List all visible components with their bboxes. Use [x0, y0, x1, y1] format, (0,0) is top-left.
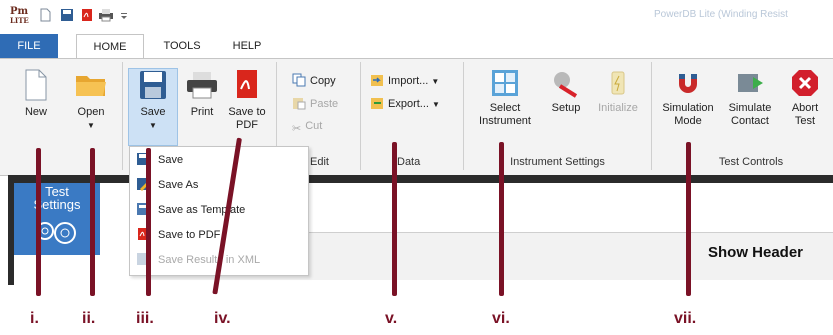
- tab-help[interactable]: HELP: [227, 34, 267, 58]
- copy-button[interactable]: Copy: [292, 73, 336, 88]
- tab-home[interactable]: HOME: [76, 34, 144, 59]
- scissors-icon: ✂: [292, 123, 302, 135]
- tab-tools[interactable]: TOOLS: [158, 34, 206, 58]
- quick-access-toolbar: Pm LITE PowerDB Lite (Winding Resist: [0, 0, 833, 30]
- app-logo: Pm LITE: [10, 6, 29, 26]
- tab-file[interactable]: FILE: [0, 34, 58, 58]
- simulation-mode-button[interactable]: Simulation Mode: [656, 68, 720, 128]
- magnet-icon: [679, 74, 697, 93]
- import-button[interactable]: Import... ▼: [370, 73, 439, 89]
- instrument-settings-group-label: Instrument Settings: [510, 156, 605, 168]
- abort-icon: [792, 70, 818, 96]
- initialize-label: Initialize: [598, 102, 638, 114]
- select-instrument-label: Select Instrument: [479, 102, 531, 127]
- annotation-arrow-vii: [686, 142, 691, 296]
- print-label: Print: [190, 106, 214, 118]
- printer-icon: [187, 72, 217, 99]
- setup-tools-icon: [554, 72, 578, 98]
- new-document-icon: [25, 69, 47, 101]
- open-button[interactable]: Open ▼: [70, 68, 112, 132]
- folder-icon: [76, 76, 106, 96]
- customize-dropdown-icon[interactable]: [120, 8, 128, 22]
- save-to-pdf-button[interactable]: Save to PDF: [227, 68, 267, 132]
- test-settings-tile[interactable]: Test Settings: [14, 183, 100, 255]
- open-label: Open: [77, 106, 105, 118]
- instrument-grid-icon: [492, 70, 518, 96]
- pdf-icon: [237, 70, 257, 98]
- ribbon-tabs: FILE HOME TOOLS HELP: [0, 34, 833, 59]
- simulate-contact-icon: [738, 74, 763, 92]
- new-button[interactable]: New: [18, 68, 54, 119]
- simulate-contact-label: Simulate Contact: [728, 102, 772, 127]
- pdf-icon[interactable]: [80, 8, 94, 22]
- annotation-arrow-vi: [499, 142, 504, 296]
- data-group-label: Data: [397, 156, 421, 168]
- chevron-down-icon: ▼: [149, 121, 157, 130]
- new-label: New: [24, 106, 47, 118]
- abort-test-label: Abort Test: [791, 102, 819, 127]
- export-button[interactable]: Export... ▼: [370, 96, 440, 112]
- cut-button[interactable]: ✂ Cut: [292, 119, 322, 136]
- save-to-pdf-label: Save to PDF: [228, 106, 266, 131]
- chevron-down-icon: ▼: [87, 121, 95, 130]
- paste-icon: [293, 98, 306, 110]
- simulation-mode-label: Simulation Mode: [662, 102, 714, 127]
- setup-button[interactable]: Setup: [546, 68, 586, 115]
- chevron-down-icon: ▼: [432, 100, 440, 109]
- battery-icon: [611, 71, 625, 95]
- print-icon[interactable]: [98, 8, 114, 22]
- simulate-contact-button[interactable]: Simulate Contact: [723, 68, 777, 128]
- setup-label: Setup: [551, 102, 581, 114]
- annotation-label-vi: vi.: [492, 310, 510, 327]
- annotation-label-v: v.: [385, 310, 398, 327]
- window-title: PowerDB Lite (Winding Resist: [654, 9, 788, 20]
- print-button[interactable]: Print: [184, 68, 220, 119]
- annotation-label-iii: iii.: [136, 310, 154, 327]
- chevron-down-icon: ▼: [431, 77, 440, 86]
- edit-group-label: Edit: [310, 156, 329, 168]
- paste-button[interactable]: Paste: [292, 96, 338, 111]
- annotation-label-vii: vii.: [674, 310, 697, 327]
- annotation-arrow-ii: [90, 148, 95, 296]
- import-icon: [371, 75, 383, 86]
- annotation-label-iv: iv.: [214, 310, 231, 327]
- abort-test-button[interactable]: Abort Test: [785, 68, 825, 128]
- menu-item-save-results-xml[interactable]: Save Results in XML: [136, 250, 260, 272]
- save-button[interactable]: Save ▼: [131, 68, 175, 132]
- save-icon[interactable]: [60, 8, 74, 22]
- annotation-label-i: i.: [30, 310, 39, 327]
- annotation-arrow-iii: [146, 148, 151, 296]
- initialize-button[interactable]: Initialize: [592, 68, 644, 115]
- select-instrument-button[interactable]: Select Instrument: [470, 68, 540, 128]
- test-controls-group-label: Test Controls: [718, 156, 784, 168]
- annotation-label-ii: ii.: [82, 310, 96, 327]
- new-document-icon[interactable]: [38, 8, 52, 22]
- floppy-disk-icon: [140, 71, 166, 99]
- annotation-arrow-v: [392, 142, 397, 296]
- save-label: Save: [140, 106, 166, 118]
- copy-icon: [292, 73, 306, 87]
- export-icon: [371, 98, 383, 109]
- show-header-label[interactable]: Show Header: [708, 244, 803, 261]
- annotation-arrow-i: [36, 148, 41, 296]
- menu-item-save[interactable]: Save: [136, 150, 183, 172]
